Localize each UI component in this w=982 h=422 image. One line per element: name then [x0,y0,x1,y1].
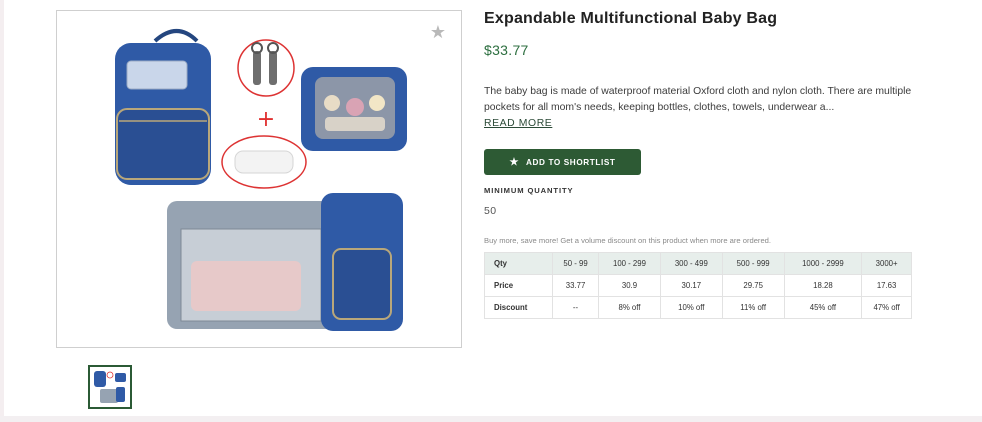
svg-text:+: + [257,107,275,132]
expanded-bed-illustration [167,193,403,331]
shortlist-button-label: ADD TO SHORTLIST [526,157,616,167]
table-row: Price 33.77 30.9 30.17 29.75 18.28 17.63 [484,274,912,297]
table-header-row: Qty 50 - 99 100 - 299 300 - 499 500 - 99… [484,252,912,275]
volume-discount-note: Buy more, save more! Get a volume discou… [484,236,772,245]
table-cell: 30.9 [598,274,661,297]
open-bag-illustration [301,67,407,151]
page-edge [0,0,4,422]
read-more-link[interactable]: READ MORE [484,118,552,129]
mattress-accessory [221,135,307,189]
product-description: The baby bag is made of waterproof mater… [484,86,912,113]
table-cell: Discount [484,296,553,319]
product-title: Expandable Multifunctional Baby Bag [484,10,778,27]
volume-discount-table: Qty 50 - 99 100 - 299 300 - 499 500 - 99… [484,252,912,319]
page-footer-edge [0,416,982,422]
table-cell: Price [484,274,553,297]
table-cell: 30.17 [659,274,723,297]
table-cell: 18.28 [783,274,863,297]
table-cell: 33.77 [551,274,600,297]
table-cell: 10% off [659,296,723,319]
table-row: Discount -- 8% off 10% off 11% off 45% o… [484,296,912,319]
header-cell: 1000 - 2999 [783,252,863,275]
product-photo: + [115,29,407,331]
product-price: $33.77 [484,42,529,58]
product-thumbnail[interactable] [88,365,132,409]
header-cell: 100 - 299 [598,252,661,275]
add-to-shortlist-button[interactable]: ★ ADD TO SHORTLIST [484,149,641,175]
table-cell: 45% off [783,296,863,319]
header-cell: Qty [484,252,553,275]
table-cell: 29.75 [721,274,785,297]
header-cell: 500 - 999 [721,252,785,275]
minimum-quantity-label: MINIMUM QUANTITY [484,186,574,195]
main-product-image[interactable]: + ★ [56,10,462,348]
hooks-accessory [237,39,295,97]
minimum-quantity-value: 50 [484,205,497,217]
table-cell: 17.63 [861,274,912,297]
table-cell: -- [551,296,600,319]
star-icon: ★ [509,156,520,168]
table-cell: 47% off [861,296,912,319]
table-cell: 11% off [721,296,785,319]
backpack-illustration [115,29,211,185]
table-cell: 8% off [598,296,661,319]
thumbnail-preview [94,371,126,403]
header-cell: 50 - 99 [551,252,600,275]
header-cell: 3000+ [861,252,912,275]
favorite-star-icon[interactable]: ★ [429,23,447,41]
header-cell: 300 - 499 [659,252,723,275]
